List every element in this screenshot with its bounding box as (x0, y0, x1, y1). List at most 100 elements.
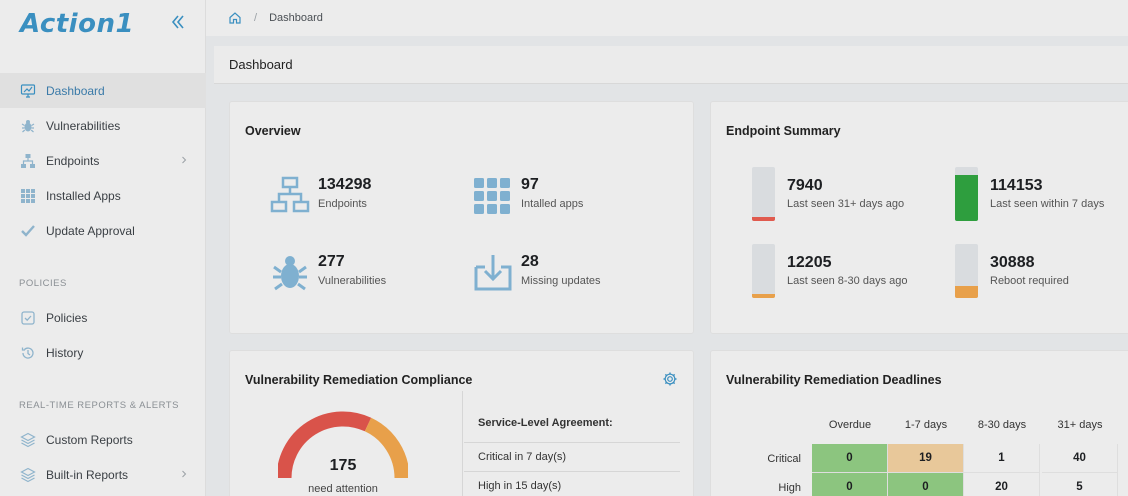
deadlines-row-label: Critical (767, 453, 801, 465)
endpoint-summary-item[interactable]: 7940 Last seen 31+ days ago (752, 167, 904, 221)
endpoint-summary-label: Last seen 8-30 days ago (787, 275, 908, 287)
deadlines-column-header: 31+ days (1057, 419, 1103, 431)
layers-icon (20, 432, 36, 448)
endpoint-summary-item[interactable]: 12205 Last seen 8-30 days ago (752, 244, 907, 298)
endpoint-summary-bar (955, 244, 978, 298)
gauge-label: need attention (308, 483, 378, 495)
overview-title: Overview (245, 124, 301, 138)
sidebar-item-vulnerabilities[interactable]: Vulnerabilities (0, 108, 206, 143)
home-icon[interactable] (228, 11, 242, 25)
overview-installed-apps[interactable]: 97 Intalled apps (473, 176, 583, 216)
endpoint-summary-value: 12205 (787, 254, 832, 271)
sidebar-item-label: Installed Apps (46, 188, 121, 203)
deadlines-cell[interactable]: 0 (888, 473, 964, 496)
grid-icon (474, 178, 510, 214)
endpoint-summary-value: 114153 (990, 177, 1043, 194)
main-content: Dashboard Overview 134298 Endpoints 97 I… (206, 36, 1128, 496)
gear-icon[interactable] (662, 371, 678, 387)
overview-label: Endpoints (318, 198, 367, 210)
overview-endpoints[interactable]: 134298 Endpoints (270, 176, 371, 216)
sidebar-item-label: Vulnerabilities (46, 118, 121, 133)
sla-separator (464, 442, 680, 443)
network-icon (20, 153, 36, 169)
endpoint-summary-label: Last seen within 7 days (990, 198, 1105, 210)
overview-value: 134298 (318, 176, 372, 193)
endpoint-summary-bar-fill (752, 217, 775, 221)
endpoint-summary-item[interactable]: 30888 Reboot required (955, 244, 1069, 298)
breadcrumb-separator: / (254, 12, 258, 24)
bug-icon (20, 118, 36, 134)
deadlines-cell[interactable]: 5 (1042, 473, 1118, 496)
check-shield-icon (20, 223, 36, 239)
deadlines-column-header: Overdue (828, 419, 872, 431)
download-icon (474, 255, 512, 291)
sla-divider (462, 391, 463, 496)
deadlines-title: Vulnerability Remediation Deadlines (726, 373, 942, 387)
overview-missing-updates[interactable]: 28 Missing updates (473, 253, 601, 293)
deadlines-card: Vulnerability Remediation Deadlines Over… (710, 350, 1128, 496)
bug-icon (273, 256, 307, 291)
section-label-reports: REAL-TIME REPORTS & ALERTS (19, 400, 179, 411)
sidebar-item-policies[interactable]: Policies (0, 300, 206, 335)
overview-label: Intalled apps (521, 198, 584, 210)
logo[interactable]: Action1 (20, 9, 134, 39)
network-icon (270, 176, 310, 213)
deadlines-cell[interactable]: 19 (888, 444, 964, 473)
sidebar-item-dashboard[interactable]: Dashboard (0, 73, 206, 108)
deadlines-cell[interactable]: 0 (812, 473, 888, 496)
endpoint-summary-item[interactable]: 114153 Last seen within 7 days (955, 167, 1104, 221)
sidebar-item-history[interactable]: History (0, 335, 206, 370)
endpoint-summary-bar (955, 167, 978, 221)
deadlines-cell[interactable]: 40 (1042, 444, 1118, 473)
logo-row: Action1 (0, 0, 205, 48)
endpoint-summary-bar (752, 167, 775, 221)
sla-title: Service-Level Agreement: (478, 417, 613, 429)
compliance-title: Vulnerability Remediation Compliance (245, 373, 473, 387)
endpoint-summary-label: Last seen 31+ days ago (787, 198, 905, 210)
overview-label: Vulnerabilities (318, 275, 387, 287)
sidebar-item-label: Update Approval (46, 223, 135, 238)
overview-label: Missing updates (521, 275, 601, 287)
layers-icon (20, 467, 36, 483)
sidebar-item-custom-reports[interactable]: Custom Reports (0, 422, 206, 457)
deadlines-cell[interactable]: 20 (964, 473, 1040, 496)
sla-row: Critical in 7 day(s) (478, 451, 567, 463)
endpoint-summary-title: Endpoint Summary (726, 124, 841, 138)
monitor-chart-icon (20, 83, 36, 99)
history-icon (20, 345, 36, 361)
sidebar-item-label: Policies (46, 310, 88, 325)
compliance-card: Vulnerability Remediation Compliance 175… (229, 350, 694, 496)
deadlines-cell[interactable]: 1 (964, 444, 1040, 473)
sla-separator (464, 471, 680, 472)
sidebar-item-update-approval[interactable]: Update Approval (0, 213, 206, 248)
sidebar-item-built-in-reports[interactable]: Built-in Reports (0, 457, 206, 492)
endpoint-summary-bar-fill (955, 175, 978, 221)
chevron-right-icon (182, 156, 187, 164)
endpoint-summary-bar-fill (955, 286, 978, 298)
deadlines-cell[interactable]: 0 (812, 444, 888, 473)
endpoint-summary-card: Endpoint Summary 7940 Last seen 31+ days… (710, 101, 1128, 334)
endpoint-summary-label: Reboot required (990, 275, 1069, 287)
overview-value: 28 (521, 253, 539, 270)
overview-value: 277 (318, 253, 345, 270)
overview-vulnerabilities[interactable]: 277 Vulnerabilities (270, 253, 386, 293)
sidebar-item-endpoints[interactable]: Endpoints (0, 143, 206, 178)
overview-card: Overview 134298 Endpoints 97 Intalled ap… (229, 101, 694, 334)
deadlines-column-header: 1-7 days (904, 419, 948, 431)
breadcrumb-current: Dashboard (269, 12, 323, 24)
sidebar-item-label: Endpoints (46, 153, 100, 168)
gauge-value: 175 (329, 457, 357, 474)
overview-value: 97 (521, 176, 539, 193)
endpoint-summary-value: 30888 (990, 254, 1035, 271)
sidebar-item-label: Built-in Reports (46, 467, 129, 482)
sla-row: High in 15 day(s) (478, 480, 562, 492)
endpoint-summary-value: 7940 (787, 177, 823, 194)
sidebar-item-label: Dashboard (46, 83, 105, 98)
endpoint-summary-bar (752, 244, 775, 298)
checkbox-icon (20, 310, 36, 326)
sidebar-item-label: Custom Reports (46, 432, 133, 447)
collapse-sidebar-icon[interactable] (168, 12, 188, 32)
sidebar-item-installed-apps[interactable]: Installed Apps (0, 178, 206, 213)
breadcrumb: / Dashboard (206, 0, 1128, 36)
deadlines-column-header: 8-30 days (977, 419, 1027, 431)
